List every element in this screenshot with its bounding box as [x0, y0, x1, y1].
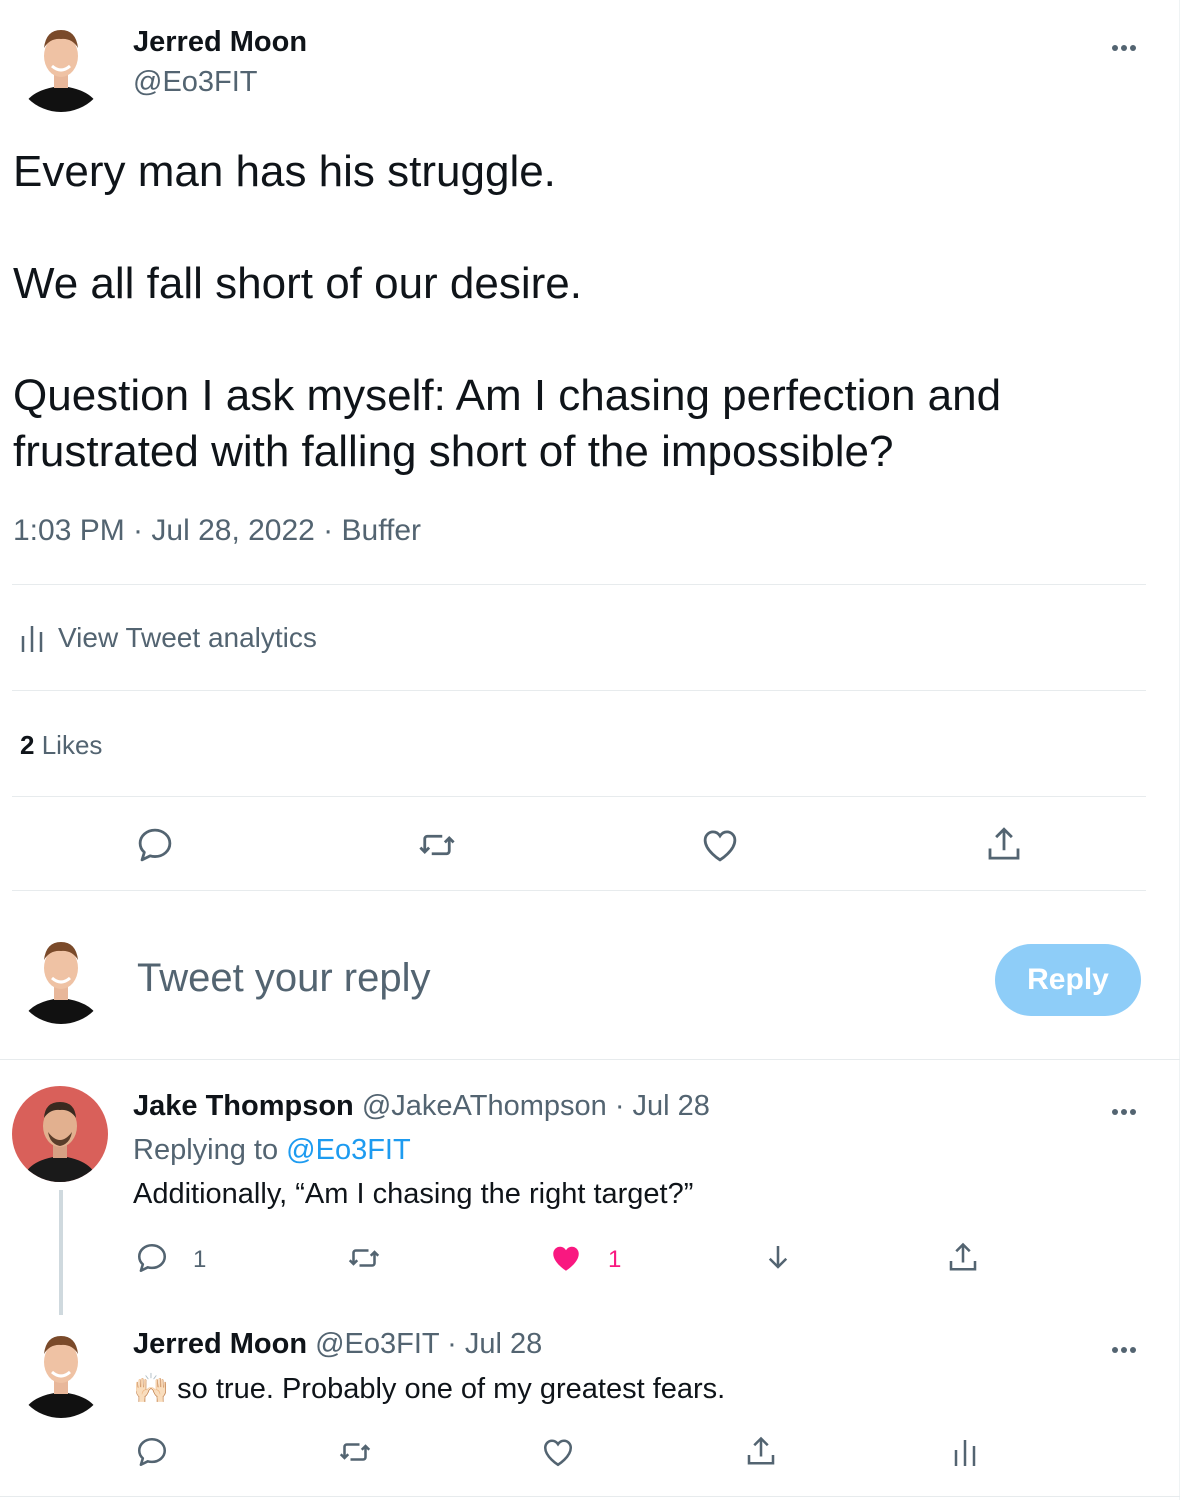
share-icon[interactable] — [743, 1434, 779, 1470]
like-icon[interactable] — [699, 824, 741, 866]
like-icon[interactable] — [540, 1434, 576, 1470]
reply-text: Additionally, “Am I chasing the right ta… — [133, 1178, 694, 1210]
divider — [12, 796, 1146, 797]
author-name[interactable]: Jake Thompson — [133, 1090, 354, 1122]
reply-header: Jerred Moon @Eo3FIT · Jul 28 — [133, 1328, 542, 1361]
author-handle[interactable]: @Eo3FIT — [133, 66, 258, 99]
avatar[interactable] — [14, 18, 108, 112]
timeline-border — [1179, 0, 1180, 1500]
tweet-meta[interactable]: 1:03 PM · Jul 28, 2022 · Buffer — [13, 514, 421, 548]
reply-button[interactable]: Reply — [995, 944, 1141, 1016]
retweet-icon[interactable] — [415, 824, 459, 866]
likes-count: 2 — [20, 730, 35, 760]
tweet-text-line: Every man has his struggle. — [13, 147, 556, 196]
analytics-icon[interactable] — [20, 622, 44, 654]
share-icon[interactable] — [945, 1240, 981, 1276]
share-icon[interactable] — [983, 824, 1025, 866]
author-handle[interactable]: @JakeAThompson — [362, 1090, 607, 1122]
divider — [12, 890, 1146, 891]
more-icon[interactable] — [1112, 1102, 1142, 1122]
likes-stat[interactable]: 2 Likes — [20, 730, 102, 761]
replying-to-label: Replying to — [133, 1134, 279, 1166]
divider — [0, 1059, 1180, 1060]
retweet-icon[interactable] — [344, 1240, 384, 1276]
retweet-icon[interactable] — [335, 1434, 375, 1470]
thread-line — [59, 1190, 63, 1315]
likes-label: Likes — [41, 730, 103, 760]
like-icon[interactable] — [547, 1240, 585, 1276]
tweet-date[interactable]: · Jul 28 — [447, 1328, 542, 1360]
reply-text-body: so true. Probably one of my greatest fea… — [177, 1373, 726, 1405]
reply-input[interactable]: Tweet your reply — [137, 956, 937, 1001]
analytics-icon[interactable] — [953, 1436, 977, 1468]
reply-icon[interactable] — [134, 824, 176, 866]
reply-icon[interactable] — [134, 1240, 170, 1276]
avatar[interactable] — [14, 1324, 108, 1418]
view-analytics-link[interactable]: View Tweet analytics — [58, 622, 317, 654]
raising-hands-emoji: 🙌🏻 — [133, 1373, 170, 1405]
replying-to-link[interactable]: @Eo3FIT — [286, 1134, 411, 1166]
author-handle[interactable]: @Eo3FIT — [315, 1328, 439, 1360]
more-icon[interactable] — [1112, 38, 1142, 58]
author-name[interactable]: Jerred Moon — [133, 1328, 307, 1360]
avatar[interactable] — [14, 930, 108, 1024]
divider — [0, 1496, 1180, 1497]
avatar[interactable] — [12, 1086, 108, 1182]
tweet-text-line: frustrated with falling short of the imp… — [13, 427, 894, 476]
tweet-text-line: Question I ask myself: Am I chasing perf… — [13, 371, 1002, 420]
tweet-date[interactable]: · Jul 28 — [615, 1090, 710, 1122]
divider — [12, 690, 1146, 691]
more-icon[interactable] — [1112, 1340, 1142, 1360]
like-count: 1 — [608, 1246, 622, 1273]
reply-icon[interactable] — [134, 1434, 170, 1470]
reply-text: 🙌🏻 so true. Probably one of my greatest … — [133, 1372, 725, 1406]
tweet-text-line: We all fall short of our desire. — [13, 259, 582, 308]
author-name[interactable]: Jerred Moon — [133, 26, 307, 59]
reply-count: 1 — [193, 1246, 207, 1273]
divider — [12, 584, 1146, 585]
reply-header: Jake Thompson @JakeAThompson · Jul 28 — [133, 1090, 710, 1123]
replying-to: Replying to @Eo3FIT — [133, 1134, 411, 1167]
download-icon[interactable] — [760, 1240, 796, 1276]
